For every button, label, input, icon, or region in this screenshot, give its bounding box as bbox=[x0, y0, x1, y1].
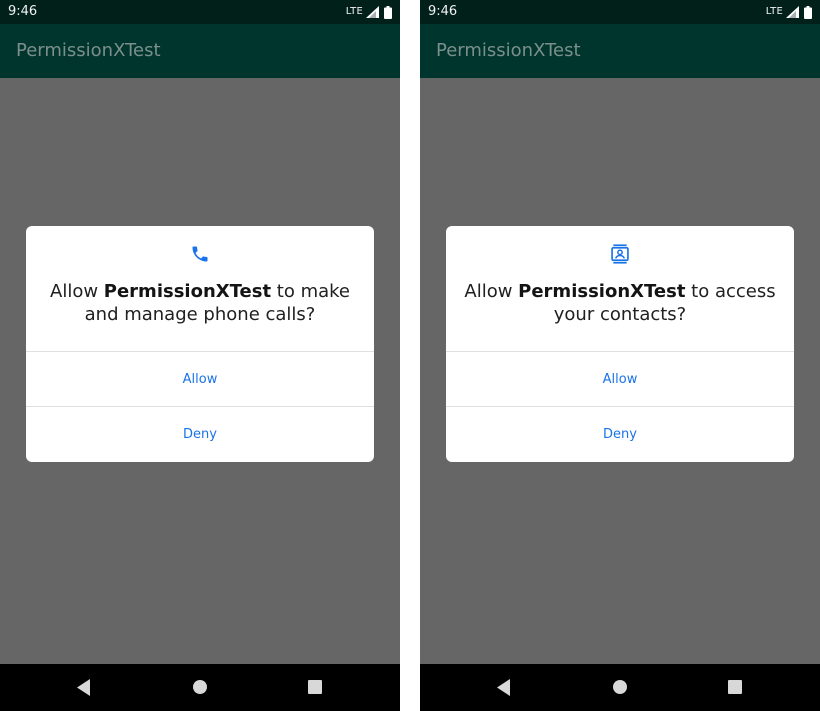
status-bar: 9:46 LTE bbox=[0, 0, 400, 24]
network-type: LTE bbox=[765, 6, 783, 17]
status-indicators: LTE bbox=[346, 4, 392, 20]
navigation-bar bbox=[420, 664, 820, 711]
phone-icon bbox=[192, 246, 208, 262]
home-icon[interactable] bbox=[192, 679, 208, 695]
dialog-message: Allow PermissionXTest to make and manage… bbox=[36, 280, 364, 326]
navigation-bar bbox=[0, 664, 400, 711]
status-time: 9:46 bbox=[8, 4, 38, 19]
app-title: PermissionXTest bbox=[436, 40, 581, 61]
status-time: 9:46 bbox=[428, 4, 458, 19]
app-bar: PermissionXTest bbox=[0, 24, 400, 78]
battery-icon bbox=[384, 5, 392, 19]
battery-icon bbox=[804, 5, 812, 19]
permission-dialog: Allow PermissionXTest to make and manage… bbox=[26, 226, 374, 462]
allow-button[interactable]: Allow bbox=[26, 352, 374, 407]
back-icon[interactable] bbox=[76, 679, 92, 696]
status-indicators: LTE bbox=[766, 4, 812, 20]
home-icon[interactable] bbox=[612, 679, 628, 695]
back-icon[interactable] bbox=[496, 679, 512, 696]
recents-icon[interactable] bbox=[728, 680, 742, 694]
signal-icon bbox=[366, 6, 379, 18]
screenshot-stage: 9:46 LTE PermissionXTest Allow Permissio… bbox=[0, 0, 820, 711]
phone-screen-phone-permission: 9:46 LTE PermissionXTest Allow Permissio… bbox=[0, 0, 400, 711]
dialog-message: Allow PermissionXTest to access your con… bbox=[456, 280, 784, 326]
app-bar: PermissionXTest bbox=[420, 24, 820, 78]
network-type: LTE bbox=[345, 6, 363, 17]
message-prefix: Allow bbox=[50, 281, 104, 302]
app-title: PermissionXTest bbox=[16, 40, 161, 61]
message-app-name: PermissionXTest bbox=[103, 281, 272, 302]
allow-button[interactable]: Allow bbox=[446, 352, 794, 407]
message-prefix: Allow bbox=[464, 281, 519, 302]
phone-screen-contacts-permission: 9:46 LTE PermissionXTest Allow Permissio… bbox=[420, 0, 820, 711]
permission-dialog: Allow PermissionXTest to access your con… bbox=[446, 226, 794, 462]
status-bar: 9:46 LTE bbox=[420, 0, 820, 24]
message-app-name: PermissionXTest bbox=[518, 281, 686, 302]
deny-button[interactable]: Deny bbox=[446, 407, 794, 462]
signal-icon bbox=[786, 6, 799, 18]
deny-button[interactable]: Deny bbox=[26, 407, 374, 462]
recents-icon[interactable] bbox=[308, 680, 322, 694]
contacts-icon bbox=[611, 244, 629, 264]
